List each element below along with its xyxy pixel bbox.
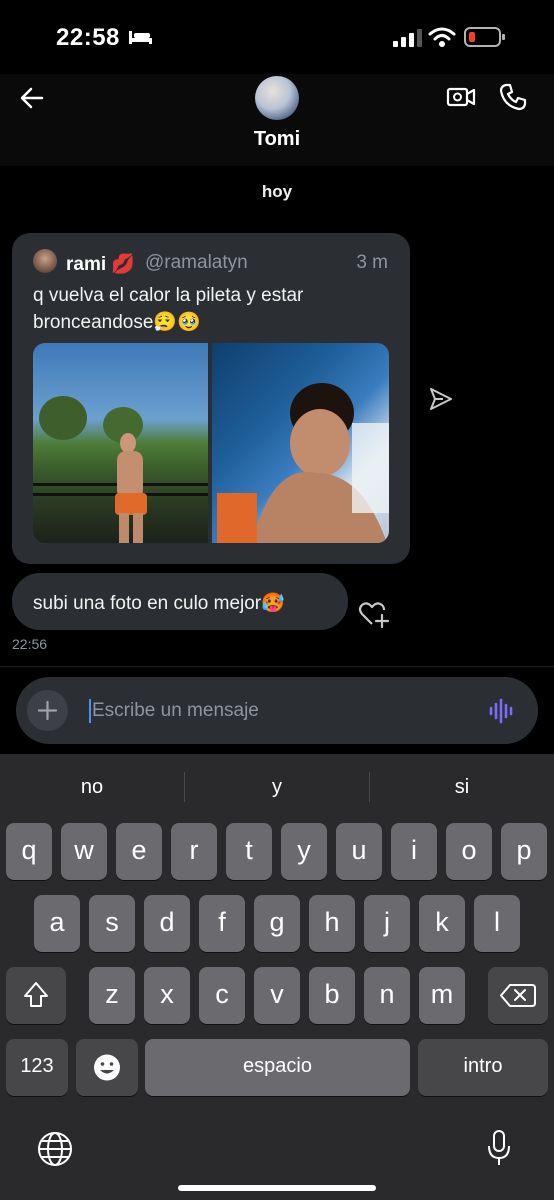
key-m[interactable]: m xyxy=(419,967,465,1024)
key-l[interactable]: l xyxy=(474,895,520,952)
key-z[interactable]: z xyxy=(89,967,135,1024)
key-q[interactable]: q xyxy=(6,823,52,880)
key-s[interactable]: s xyxy=(89,895,135,952)
sleep-bed-icon xyxy=(129,31,152,44)
key-a[interactable]: a xyxy=(34,895,80,952)
key-b[interactable]: b xyxy=(309,967,355,1024)
share-send-icon[interactable] xyxy=(428,386,454,412)
plus-icon xyxy=(37,700,58,721)
key-n[interactable]: n xyxy=(364,967,410,1024)
dictation-microphone-icon[interactable] xyxy=(484,1128,514,1168)
date-separator: hoy xyxy=(261,182,293,201)
battery-icon xyxy=(464,27,505,47)
shift-key[interactable] xyxy=(6,967,66,1024)
divider xyxy=(0,666,554,667)
post-author-avatar xyxy=(33,249,57,273)
contact-name[interactable]: Tomi xyxy=(0,128,554,151)
numbers-key[interactable]: 123 xyxy=(6,1039,68,1096)
post-author-handle: @ramalatyn xyxy=(145,252,248,273)
voice-message-icon[interactable] xyxy=(488,697,516,725)
cellular-signal-icon xyxy=(393,29,422,47)
home-indicator[interactable] xyxy=(178,1185,376,1191)
key-k[interactable]: k xyxy=(419,895,465,952)
globe-language-icon[interactable] xyxy=(36,1130,74,1168)
video-call-icon[interactable] xyxy=(446,84,476,110)
emoji-smiley-icon xyxy=(94,1054,120,1081)
key-t[interactable]: t xyxy=(226,823,272,880)
phone-call-icon[interactable] xyxy=(498,82,528,112)
suggestion-3[interactable]: si xyxy=(392,776,532,799)
attach-plus-button[interactable] xyxy=(27,690,68,731)
key-h[interactable]: h xyxy=(309,895,355,952)
key-e[interactable]: e xyxy=(116,823,162,880)
suggestion-1[interactable]: no xyxy=(22,776,162,799)
post-photo-2[interactable] xyxy=(212,343,389,543)
key-w[interactable]: w xyxy=(61,823,107,880)
key-p[interactable]: p xyxy=(501,823,547,880)
space-key[interactable]: espacio xyxy=(145,1039,410,1096)
suggestion-divider xyxy=(369,772,370,802)
key-o[interactable]: o xyxy=(446,823,492,880)
key-f[interactable]: f xyxy=(199,895,245,952)
text-cursor xyxy=(89,699,91,723)
key-i[interactable]: i xyxy=(391,823,437,880)
key-c[interactable]: c xyxy=(199,967,245,1024)
add-reaction-heart-icon[interactable] xyxy=(358,600,390,628)
backspace-icon xyxy=(500,984,536,1007)
wifi-icon xyxy=(428,27,456,47)
post-photo-1[interactable] xyxy=(33,343,208,543)
emoji-key[interactable] xyxy=(76,1039,138,1096)
key-v[interactable]: v xyxy=(254,967,300,1024)
return-key[interactable]: intro xyxy=(418,1039,548,1096)
post-text: q vuelva el calor la pileta y estar bron… xyxy=(33,285,304,333)
suggestion-2[interactable]: y xyxy=(207,776,347,799)
message-timestamp: 22:56 xyxy=(12,636,48,652)
key-y[interactable]: y xyxy=(281,823,327,880)
suggestion-divider xyxy=(184,772,185,802)
shift-arrow-icon xyxy=(24,982,48,1007)
message-input[interactable]: Escribe un mensaje xyxy=(92,700,259,722)
key-x[interactable]: x xyxy=(144,967,190,1024)
key-j[interactable]: j xyxy=(364,895,410,952)
back-arrow-icon[interactable] xyxy=(18,84,46,112)
key-d[interactable]: d xyxy=(144,895,190,952)
post-author-name: rami 💋 xyxy=(66,254,136,275)
post-timestamp: 3 m xyxy=(356,252,388,273)
key-r[interactable]: r xyxy=(171,823,217,880)
delete-key[interactable] xyxy=(488,967,548,1024)
status-time: 22:58 xyxy=(56,24,120,51)
message-text: subi una foto en culo mejor🥵 xyxy=(33,593,285,614)
contact-avatar[interactable] xyxy=(255,76,299,120)
key-g[interactable]: g xyxy=(254,895,300,952)
key-u[interactable]: u xyxy=(336,823,382,880)
